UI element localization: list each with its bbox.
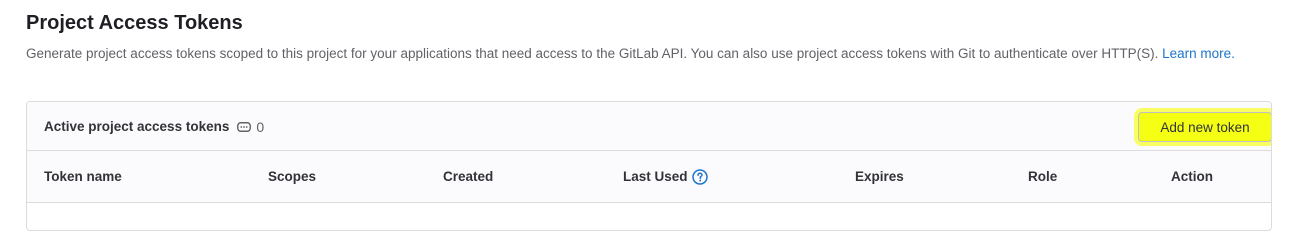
card-title-text: Active project access tokens <box>44 119 230 134</box>
column-label: Action <box>1171 169 1213 184</box>
token-icon <box>237 122 252 132</box>
column-label: Token name <box>44 169 122 184</box>
description-text: Generate project access tokens scoped to… <box>26 46 1159 61</box>
column-label: Scopes <box>268 169 317 184</box>
card-header: Active project access tokens 0 Add new t… <box>27 102 1271 151</box>
column-label: Created <box>443 169 494 184</box>
token-count-value: 0 <box>256 119 265 135</box>
column-label: Expires <box>855 169 904 184</box>
project-access-tokens-page: Project Access Tokens Generate project a… <box>0 0 1302 231</box>
learn-more-link[interactable]: Learn more. <box>1162 46 1235 61</box>
section-description: Generate project access tokens scoped to… <box>26 43 1246 64</box>
column-header-role[interactable]: Role <box>1028 168 1057 186</box>
add-new-token-button[interactable]: Add new token <box>1138 112 1271 142</box>
card-title: Active project access tokens 0 <box>44 118 264 136</box>
column-header-created[interactable]: Created <box>443 168 493 186</box>
column-header-action: Action <box>1171 168 1213 186</box>
column-label: Role <box>1028 169 1058 184</box>
column-header-last-used[interactable]: Last Used <box>623 168 708 186</box>
column-header-token-name[interactable]: Token name <box>44 168 122 186</box>
question-circle-icon[interactable] <box>691 169 708 185</box>
column-header-expires[interactable]: Expires <box>855 168 904 186</box>
token-count: 0 <box>237 118 264 136</box>
page-title: Project Access Tokens <box>26 12 243 34</box>
tokens-table-header: Token name Scopes Created Last Used Expi… <box>27 151 1271 203</box>
column-label: Last Used <box>623 169 688 184</box>
tokens-card: Active project access tokens 0 Add new t… <box>26 101 1272 231</box>
column-header-scopes[interactable]: Scopes <box>268 168 316 186</box>
